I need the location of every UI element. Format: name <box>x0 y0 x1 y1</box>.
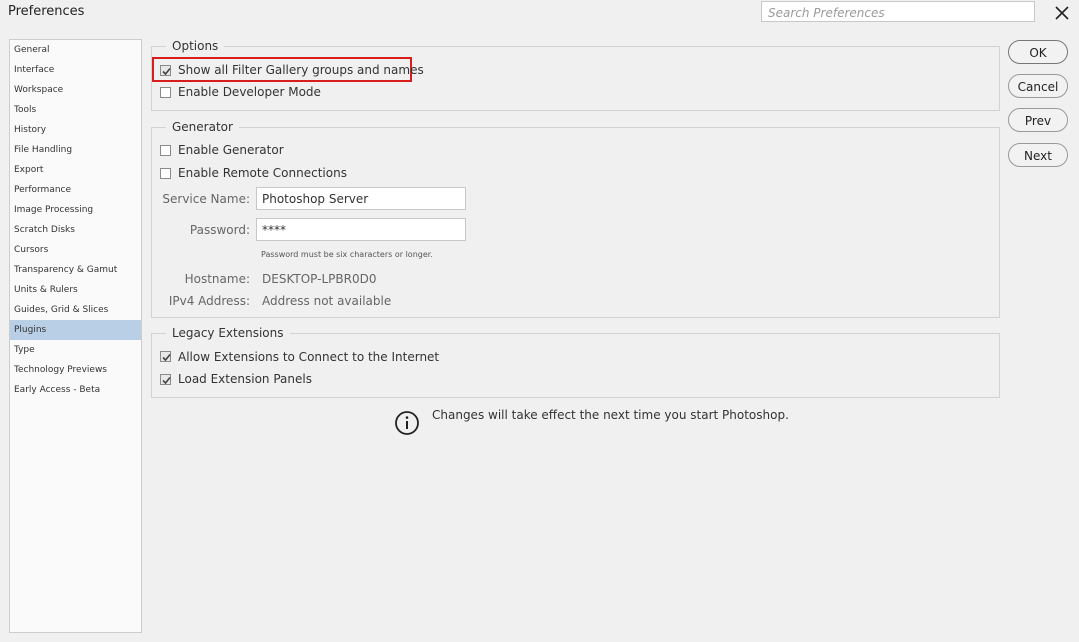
service-name-label: Service Name: <box>162 192 250 206</box>
info-icon <box>394 410 420 436</box>
title-bar: Preferences <box>0 0 1079 25</box>
service-name-input[interactable] <box>256 187 466 210</box>
sidebar-item-export[interactable]: Export <box>10 160 141 180</box>
sidebar-item-file-handling[interactable]: File Handling <box>10 140 141 160</box>
sidebar-item-cursors[interactable]: Cursors <box>10 240 141 260</box>
sidebar-item-general[interactable]: General <box>10 40 141 60</box>
password-hint: Password must be six characters or longe… <box>261 250 433 259</box>
password-label: Password: <box>189 223 250 237</box>
sidebar-item-type[interactable]: Type <box>10 340 141 360</box>
load-panels-label[interactable]: Load Extension Panels <box>178 372 312 386</box>
show-filter-gallery-label[interactable]: Show all Filter Gallery groups and names <box>178 63 424 77</box>
legacy-legend: Legacy Extensions <box>166 326 290 340</box>
generator-legend: Generator <box>166 120 239 134</box>
allow-internet-checkbox[interactable] <box>160 351 171 362</box>
prev-button[interactable]: Prev <box>1008 108 1068 132</box>
developer-mode-checkbox[interactable] <box>160 87 171 98</box>
ok-button[interactable]: OK <box>1008 40 1068 64</box>
close-icon[interactable] <box>1053 4 1071 22</box>
sidebar-item-plugins[interactable]: Plugins <box>10 320 141 340</box>
sidebar-item-transparency-gamut[interactable]: Transparency & Gamut <box>10 260 141 280</box>
enable-generator-checkbox[interactable] <box>160 145 171 156</box>
remote-connections-label[interactable]: Enable Remote Connections <box>178 166 347 180</box>
legacy-extensions-group: Legacy Extensions <box>151 326 1000 398</box>
sidebar-item-units-rulers[interactable]: Units & Rulers <box>10 280 141 300</box>
developer-mode-label[interactable]: Enable Developer Mode <box>178 85 321 99</box>
sidebar-item-workspace[interactable]: Workspace <box>10 80 141 100</box>
window-title: Preferences <box>8 4 85 19</box>
sidebar-item-interface[interactable]: Interface <box>10 60 141 80</box>
check-icon <box>162 376 171 385</box>
sidebar-item-performance[interactable]: Performance <box>10 180 141 200</box>
load-panels-checkbox[interactable] <box>160 374 171 385</box>
check-icon <box>162 353 171 362</box>
preferences-nav: General Interface Workspace Tools History Fil… <box>9 39 142 633</box>
check-icon <box>162 67 171 76</box>
hostname-value: DESKTOP-LPBR0D0 <box>262 272 377 286</box>
sidebar-item-tools[interactable]: Tools <box>10 100 141 120</box>
password-input[interactable] <box>256 218 466 241</box>
enable-generator-label[interactable]: Enable Generator <box>178 143 284 157</box>
info-message: Changes will take effect the next time y… <box>432 408 789 422</box>
hostname-label: Hostname: <box>184 272 250 286</box>
ipv4-label: IPv4 Address: <box>168 294 250 308</box>
cancel-button[interactable]: Cancel <box>1008 74 1068 98</box>
next-button[interactable]: Next <box>1008 143 1068 167</box>
show-filter-gallery-checkbox[interactable] <box>160 65 171 76</box>
allow-internet-label[interactable]: Allow Extensions to Connect to the Inter… <box>178 350 439 364</box>
sidebar-item-technology-previews[interactable]: Technology Previews <box>10 360 141 380</box>
sidebar-item-guides-grid-slices[interactable]: Guides, Grid & Slices <box>10 300 141 320</box>
search-box[interactable] <box>761 1 1035 23</box>
options-legend: Options <box>166 39 225 53</box>
search-input[interactable] <box>762 3 1034 23</box>
remote-connections-checkbox[interactable] <box>160 168 171 179</box>
sidebar-item-early-access-beta[interactable]: Early Access - Beta <box>10 380 141 400</box>
sidebar-item-image-processing[interactable]: Image Processing <box>10 200 141 220</box>
sidebar-item-history[interactable]: History <box>10 120 141 140</box>
sidebar-item-scratch-disks[interactable]: Scratch Disks <box>10 220 141 240</box>
ipv4-value: Address not available <box>262 294 392 308</box>
